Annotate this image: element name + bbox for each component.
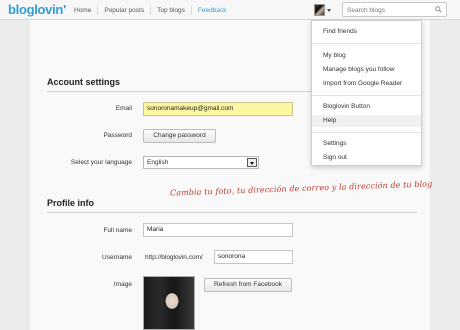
divider: [47, 212, 417, 213]
fullname-field[interactable]: Maria: [143, 223, 293, 237]
dropdown-arrow-icon[interactable]: [247, 158, 257, 167]
username-field[interactable]: sonorona: [214, 250, 293, 264]
menu-item-sign-out[interactable]: Sign out: [312, 152, 421, 164]
nav-popular-posts[interactable]: Popular posts: [97, 5, 150, 15]
menu-separator: [312, 43, 421, 44]
username-label: Username: [102, 254, 132, 261]
menu-item-help[interactable]: Help: [312, 115, 421, 127]
search-box: [342, 2, 447, 17]
chevron-down-icon: [327, 8, 331, 12]
profile-info-title: Profile info: [47, 198, 94, 208]
email-label: Email: [115, 105, 132, 112]
refresh-from-facebook-button[interactable]: Refresh from Facebook: [204, 278, 292, 292]
nav-feedback[interactable]: Feedback: [190, 5, 233, 15]
nav-top-blogs[interactable]: Top blogs: [150, 5, 191, 15]
change-password-button[interactable]: Change password: [143, 129, 216, 143]
profile-image: [143, 276, 195, 330]
language-label: Select your language: [70, 159, 132, 166]
menu-separator: [312, 132, 421, 133]
main-nav: Home Popular posts Top blogs Feedback: [68, 0, 232, 20]
user-menu-button[interactable]: [314, 3, 336, 17]
email-field[interactable]: sonoronamakeup@gmail.com: [143, 102, 293, 116]
fullname-label: Full name: [103, 227, 132, 234]
menu-item-manage-blogs[interactable]: Manage blogs you follow: [312, 64, 421, 76]
account-settings-title: Account settings: [47, 77, 121, 87]
menu-item-my-blog[interactable]: My blog: [312, 50, 421, 62]
nav-home[interactable]: Home: [68, 6, 97, 15]
avatar: [314, 4, 325, 16]
username-url-prefix: http://bloglovin.com/: [145, 254, 203, 261]
language-value: English: [147, 159, 169, 166]
image-label: Image: [113, 281, 132, 288]
top-bar: bloglovin' Home Popular posts Top blogs …: [0, 0, 460, 20]
password-label: Password: [103, 132, 132, 139]
menu-item-settings[interactable]: Settings: [312, 138, 421, 150]
search-icon[interactable]: [435, 6, 442, 13]
menu-separator: [312, 95, 421, 96]
search-input[interactable]: [347, 5, 431, 15]
menu-item-bloglovin-button[interactable]: Bloglovin Button: [312, 101, 421, 113]
bloglovin-logo[interactable]: bloglovin': [8, 2, 66, 17]
language-select[interactable]: English: [143, 156, 259, 169]
menu-item-find-friends[interactable]: Find friends: [312, 26, 421, 38]
menu-item-import-google-reader[interactable]: Import from Google Reader: [312, 78, 421, 90]
user-dropdown-menu: Find friends My blog Manage blogs you fo…: [311, 20, 422, 166]
